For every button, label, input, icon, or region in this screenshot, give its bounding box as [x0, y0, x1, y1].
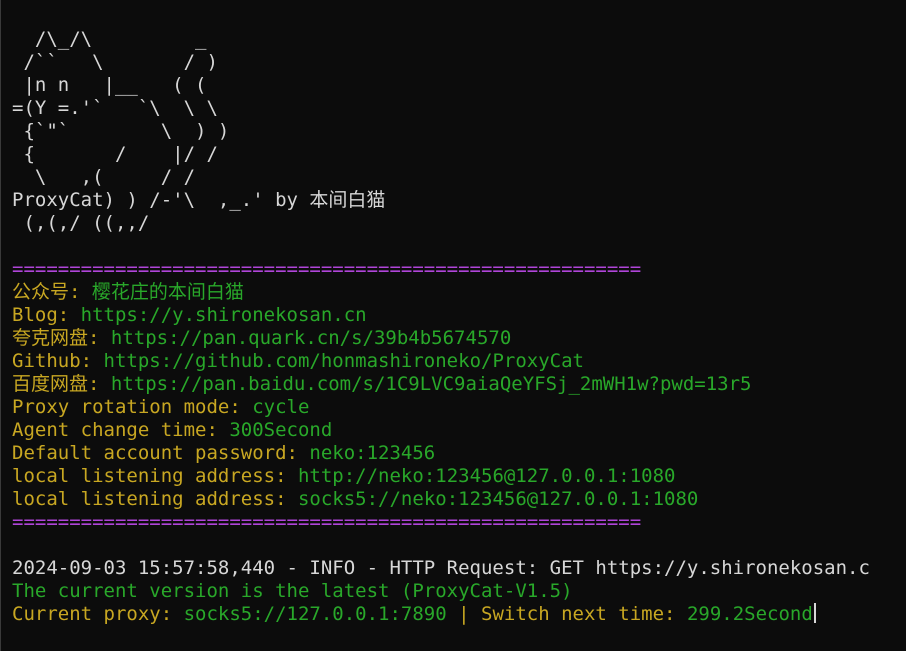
- status-divider: |: [446, 603, 482, 625]
- info-label: Github:: [12, 350, 104, 372]
- current-proxy-label: Current proxy:: [12, 603, 184, 625]
- blog-link[interactable]: https://y.shironekosan.cn: [81, 304, 367, 326]
- info-row-wechat: 公众号: 樱花庄的本间白猫: [12, 281, 244, 304]
- info-value: 樱花庄的本间白猫: [91, 281, 244, 303]
- info-row-socks5-address: local listening address: socks5://neko:1…: [12, 488, 698, 511]
- info-label: 百度网盘:: [12, 373, 111, 395]
- info-row-change-time: Agent change time: 300Second: [12, 419, 332, 442]
- info-label: 夸克网盘:: [12, 327, 111, 349]
- github-link[interactable]: https://github.com/honmashironeko/ProxyC…: [104, 350, 584, 372]
- ascii-art-signature: ProxyCat) ) /-'\ ,_.' by 本间白猫: [12, 189, 386, 211]
- info-label: Default account password:: [12, 442, 310, 464]
- separator-top: ========================================…: [12, 258, 642, 280]
- ascii-art-line: { / |/ /: [12, 143, 218, 165]
- ascii-art-line: |n n |__ ( (: [12, 74, 207, 96]
- info-value: 300Second: [229, 419, 333, 441]
- ascii-art-line: /`` \ / ): [12, 51, 218, 73]
- ascii-art-line: /\_/\ _: [12, 28, 207, 50]
- separator-bottom: ========================================…: [12, 511, 642, 533]
- ascii-art-line: (,(,/ ((,,/: [12, 212, 150, 234]
- info-label: 公众号:: [12, 281, 92, 303]
- current-proxy-value: socks5://127.0.0.1:7890: [183, 603, 447, 625]
- status-line: Current proxy: socks5://127.0.0.1:7890 |…: [12, 603, 816, 626]
- baidu-link[interactable]: https://pan.baidu.com/s/1C9LVC9aiaQeYFSj…: [111, 373, 752, 395]
- ascii-art-line: \ ,( / /: [12, 166, 196, 188]
- switch-next-value: 299.2Second: [686, 603, 813, 625]
- ascii-art-line: {`"` \ ) ): [12, 120, 230, 142]
- switch-next-label: Switch next time:: [481, 603, 687, 625]
- info-row-account-password: Default account password: neko:123456: [12, 442, 435, 465]
- info-row-http-address: local listening address: http://neko:123…: [12, 465, 675, 488]
- log-line: 2024-09-03 15:57:58,440 - INFO - HTTP Re…: [12, 557, 870, 579]
- version-line: The current version is the latest (Proxy…: [12, 580, 573, 602]
- info-row-rotation-mode: Proxy rotation mode: cycle: [12, 396, 309, 419]
- info-label: Agent change time:: [12, 419, 230, 441]
- info-row-blog: Blog: https://y.shironekosan.cn: [12, 304, 367, 327]
- text-cursor: [813, 603, 816, 623]
- info-row-baidu: 百度网盘: https://pan.baidu.com/s/1C9LVC9aia…: [12, 373, 751, 396]
- info-row-github: Github: https://github.com/honmashironek…: [12, 350, 584, 373]
- info-value: cycle: [252, 396, 310, 418]
- ascii-art-line: =(Y =.'` `\ \ \: [12, 97, 218, 119]
- quark-link[interactable]: https://pan.quark.cn/s/39b4b5674570: [111, 327, 511, 349]
- info-label: local listening address:: [12, 488, 298, 510]
- info-label: local listening address:: [12, 465, 298, 487]
- info-value: neko:123456: [309, 442, 436, 464]
- http-address-link[interactable]: http://neko:123456@127.0.0.1:1080: [298, 465, 676, 487]
- info-label: Blog:: [12, 304, 81, 326]
- socks5-address-value: socks5://neko:123456@127.0.0.1:1080: [297, 488, 699, 510]
- terminal-window[interactable]: /\_/\ _ /`` \ / ) |n n |__ ( ( =(Y =.'` …: [0, 0, 906, 651]
- info-label: Proxy rotation mode:: [12, 396, 253, 418]
- info-row-quark: 夸克网盘: https://pan.quark.cn/s/39b4b567457…: [12, 327, 511, 350]
